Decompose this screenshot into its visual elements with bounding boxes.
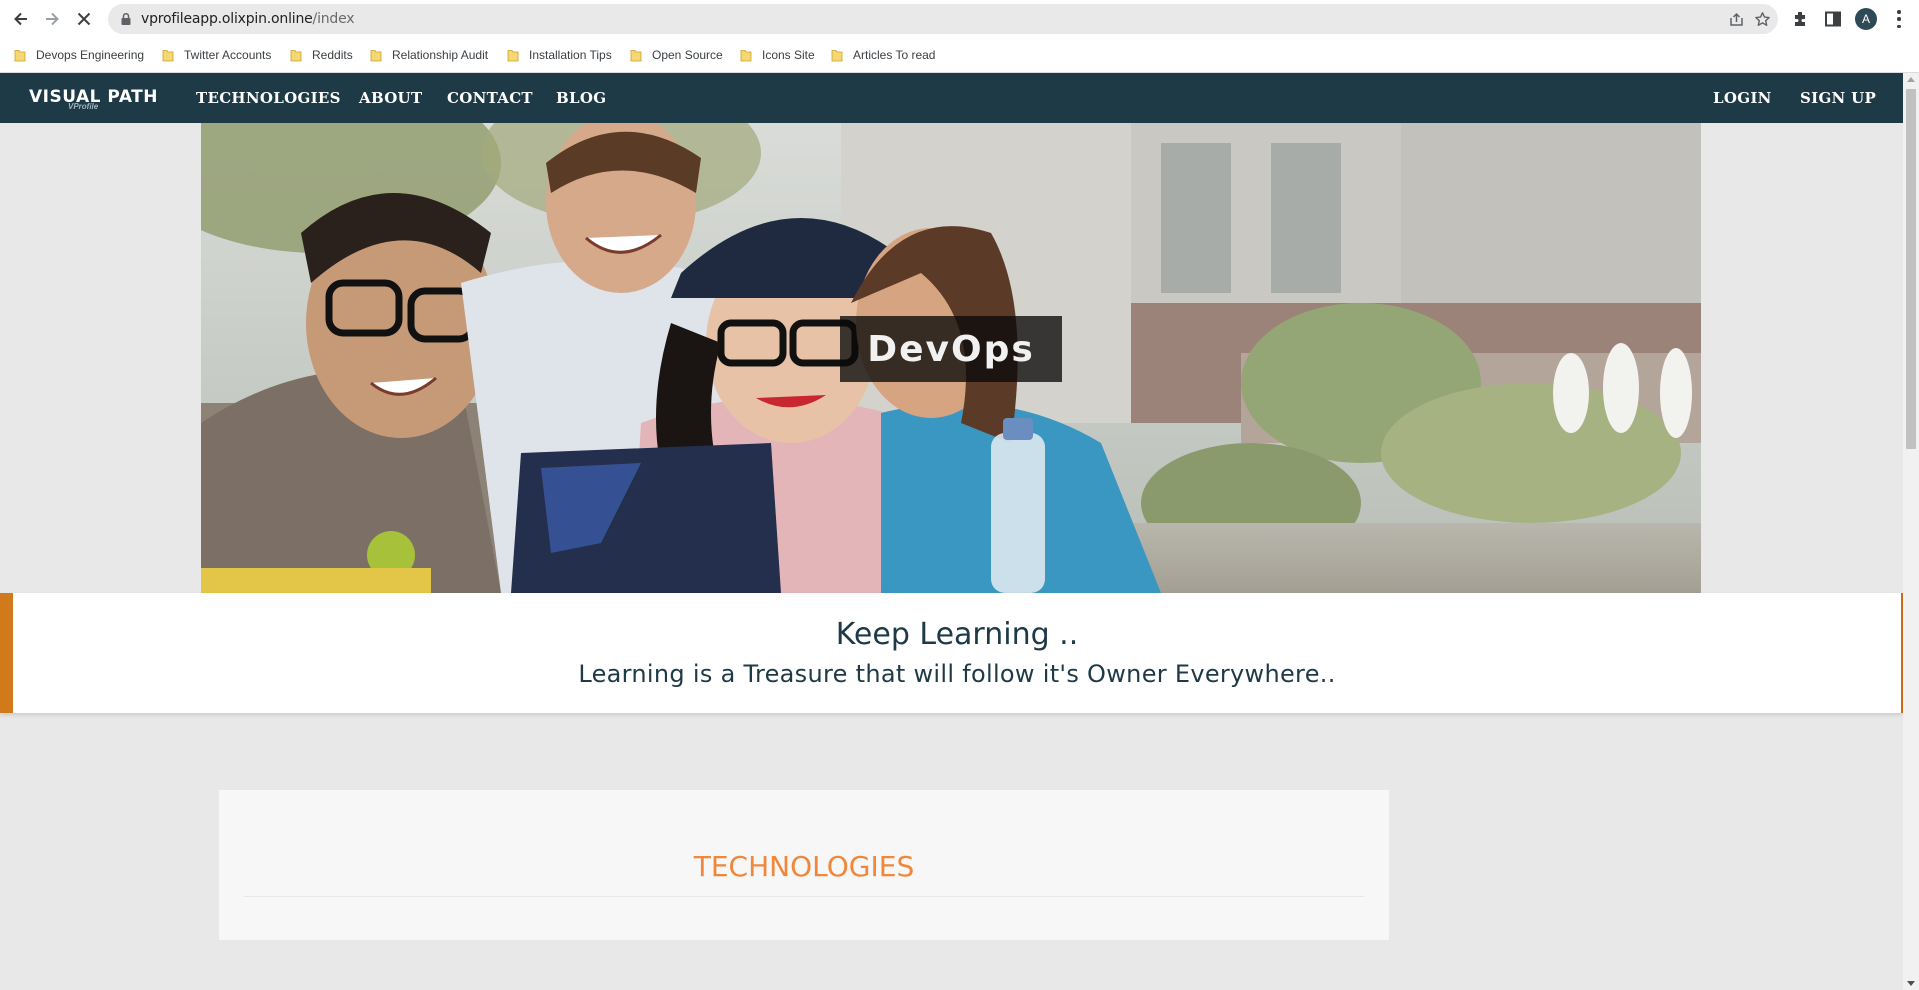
bookmark-relationship-audit[interactable]: Relationship Audit	[370, 46, 488, 64]
side-panel-icon[interactable]	[1823, 9, 1843, 29]
bookmark-label: Devops Engineering	[36, 48, 145, 62]
bookmark-label: Articles To read	[853, 48, 936, 62]
scrollbar-thumb[interactable]	[1906, 89, 1916, 449]
nav-contact[interactable]: CONTACT	[447, 89, 533, 107]
lock-icon	[121, 12, 131, 25]
arrow-left-icon	[14, 12, 27, 26]
nav-blog[interactable]: BLOG	[556, 89, 606, 107]
hero-banner: DevOps	[201, 123, 1701, 593]
folder-icon	[507, 49, 519, 62]
section-divider	[244, 896, 1364, 897]
bookmark-installation-tips[interactable]: Installation Tips	[507, 46, 612, 64]
folder-icon	[630, 49, 642, 62]
url-host: vprofileapp.olixpin.online	[141, 11, 313, 27]
bookmark-label: Reddits	[312, 48, 353, 62]
scroll-up-arrow-icon[interactable]	[1907, 77, 1915, 82]
browser-toolbar: vprofileapp.olixpin.online/index A	[0, 0, 1919, 37]
bookmark-reddits[interactable]: Reddits	[290, 46, 353, 64]
bookmark-twitter-accounts[interactable]: Twitter Accounts	[162, 46, 271, 64]
quote-title: Keep Learning ..	[835, 617, 1079, 652]
nav-about[interactable]: ABOUT	[359, 89, 422, 107]
address-bar[interactable]: vprofileapp.olixpin.online/index	[108, 4, 1778, 34]
folder-icon	[290, 49, 302, 62]
folder-icon	[162, 49, 174, 62]
extensions-icon[interactable]	[1791, 9, 1811, 29]
profile-avatar[interactable]: A	[1855, 8, 1877, 30]
nav-login[interactable]: LOGIN	[1713, 89, 1772, 107]
folder-icon	[831, 49, 843, 62]
close-icon	[77, 12, 91, 26]
hero-caption: DevOps	[867, 328, 1035, 370]
quote-text: Learning is a Treasure that will follow …	[578, 660, 1336, 688]
arrow-right-icon	[46, 12, 59, 26]
folder-icon	[14, 49, 26, 62]
star-icon[interactable]	[1754, 11, 1771, 28]
bookmark-label: Icons Site	[762, 48, 815, 62]
bookmark-icons-site[interactable]: Icons Site	[740, 46, 815, 64]
folder-icon	[740, 49, 752, 62]
bookmark-label: Twitter Accounts	[184, 48, 272, 62]
page-viewport: VISUAL PATH VProfile TECHNOLOGIES ABOUT …	[0, 73, 1903, 990]
bookmarks-bar: Devops Engineering Twitter Accounts Redd…	[0, 37, 1919, 73]
forward-button[interactable]	[39, 6, 65, 32]
hero-caption-box: DevOps	[840, 316, 1062, 382]
bookmark-label: Open Source	[652, 48, 723, 62]
scroll-down-arrow-icon[interactable]	[1907, 981, 1915, 986]
browser-menu-button[interactable]	[1896, 10, 1902, 28]
bookmark-open-source[interactable]: Open Source	[630, 46, 723, 64]
bookmark-articles-to-read[interactable]: Articles To read	[831, 46, 935, 64]
url-path: /index	[312, 11, 355, 27]
section-title: TECHNOLOGIES	[693, 850, 915, 883]
nav-technologies[interactable]: TECHNOLOGIES	[196, 89, 341, 107]
quote-banner: Keep Learning .. Learning is a Treasure …	[0, 593, 1903, 713]
back-button[interactable]	[8, 6, 34, 32]
url-text: vprofileapp.olixpin.online/index	[141, 11, 355, 27]
page-scrollbar[interactable]	[1903, 73, 1919, 990]
bookmark-label: Relationship Audit	[392, 48, 489, 62]
stop-loading-button[interactable]	[71, 6, 97, 32]
share-icon[interactable]	[1728, 11, 1745, 28]
technologies-section: TECHNOLOGIES	[219, 790, 1389, 940]
folder-icon	[370, 49, 382, 62]
site-brand-subtitle: VProfile	[68, 102, 99, 111]
bookmark-label: Installation Tips	[529, 48, 612, 62]
nav-signup[interactable]: SIGN UP	[1800, 89, 1876, 107]
bookmark-devops-engineering[interactable]: Devops Engineering	[14, 46, 144, 64]
site-navbar: VISUAL PATH VProfile TECHNOLOGIES ABOUT …	[0, 73, 1903, 123]
